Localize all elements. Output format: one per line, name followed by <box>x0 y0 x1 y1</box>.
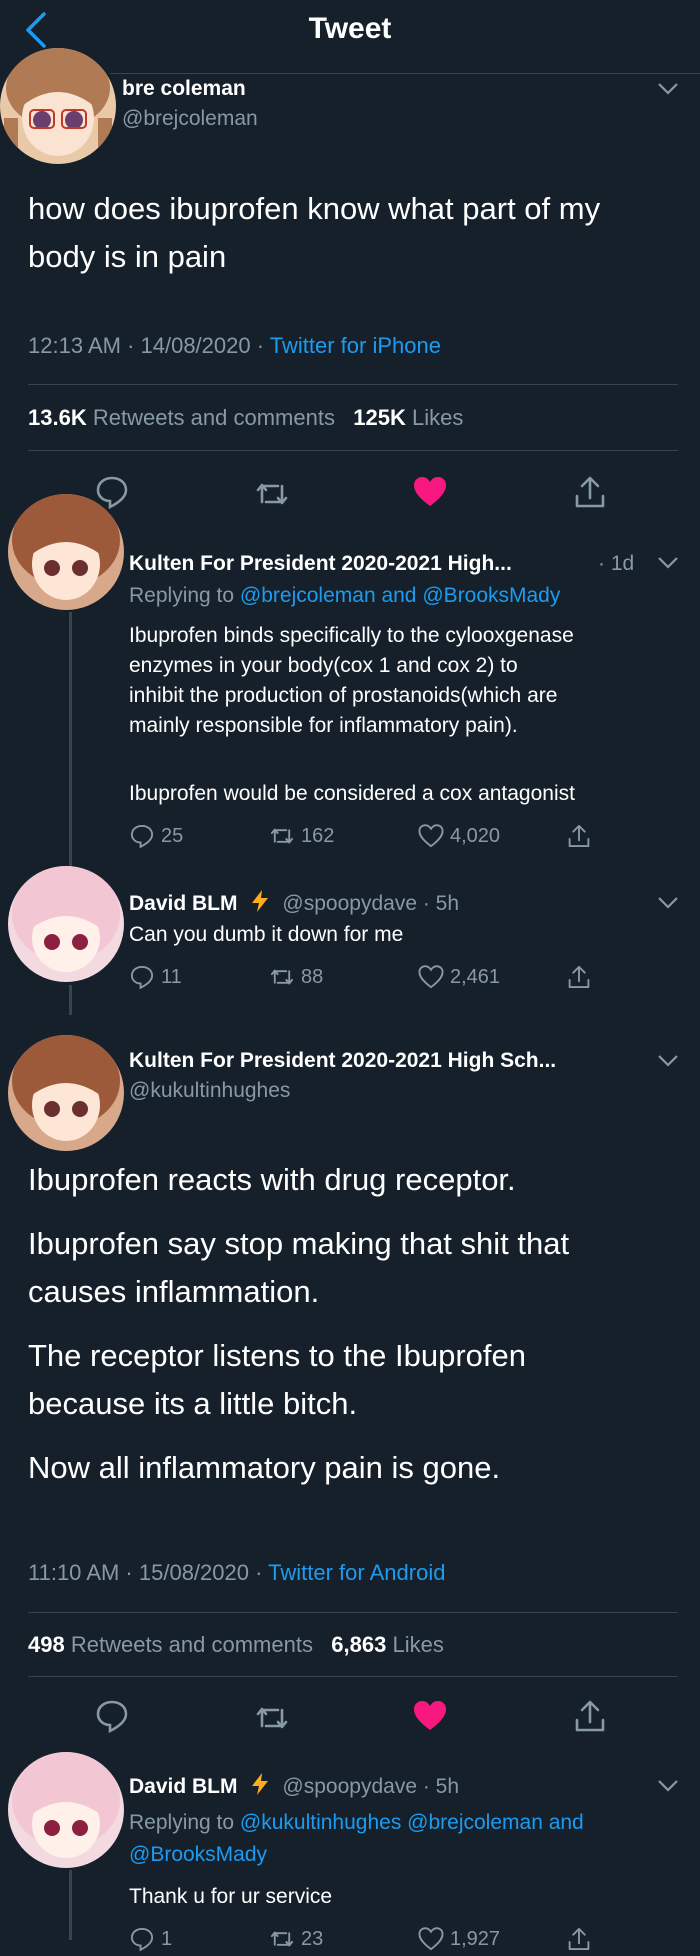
retweet-count[interactable]: 498 <box>28 1632 65 1657</box>
reply-handle[interactable]: @spoopydave · 5h <box>282 1775 459 1798</box>
tweet-source-link[interactable]: Twitter for iPhone <box>270 333 441 358</box>
like-icon[interactable] <box>412 474 448 510</box>
page-title: Tweet <box>308 12 392 45</box>
avatar[interactable] <box>8 1752 124 1868</box>
like-count[interactable]: 6,863 <box>331 1632 386 1657</box>
reply-icon[interactable] <box>94 1698 130 1734</box>
like-icon[interactable] <box>412 1698 448 1734</box>
share-icon[interactable] <box>566 964 592 990</box>
tweet-source-link[interactable]: Twitter for Android <box>268 1560 445 1585</box>
chevron-down-icon[interactable] <box>657 1779 679 1793</box>
reply-text: Can you dumb it down for me <box>129 923 404 946</box>
chevron-down-icon[interactable] <box>657 82 679 96</box>
like-action[interactable]: 1,927 <box>418 1926 500 1952</box>
like-icon[interactable] <box>418 1926 444 1952</box>
retweet-icon[interactable] <box>269 964 295 990</box>
reply-text: Thank u for ur service <box>129 1885 333 1908</box>
mention-link[interactable]: @kukultinhughes @brejcoleman and <box>240 1811 584 1834</box>
thread-line <box>69 985 72 1015</box>
share-icon[interactable] <box>566 823 592 849</box>
retweet-icon[interactable] <box>254 1700 290 1736</box>
mention-link[interactable]: @BrooksMady <box>129 1839 584 1871</box>
chevron-down-icon[interactable] <box>657 556 679 570</box>
timestamp: 12:13 AM · 14/08/2020 · <box>28 333 270 358</box>
reply-action[interactable]: 25 <box>129 823 183 849</box>
reply-author-name[interactable]: Kulten For President 2020-2021 High... <box>129 552 512 576</box>
lightning-icon <box>251 1773 268 1795</box>
reply-handle[interactable]: @spoopydave · 5h <box>282 892 459 915</box>
reply-author-name[interactable]: David BLM <box>129 1775 238 1798</box>
tweet-stats: 498 Retweets and comments 6,863 Likes <box>28 1632 444 1658</box>
reply-action[interactable]: 1 <box>129 1926 172 1952</box>
thread-line <box>69 1870 72 1940</box>
author-name[interactable]: bre coleman <box>122 77 246 101</box>
chevron-down-icon[interactable] <box>657 896 679 910</box>
author-name[interactable]: Kulten For President 2020-2021 High Sch.… <box>129 1049 556 1073</box>
author-handle[interactable]: @kukultinhughes <box>129 1079 290 1103</box>
divider <box>28 1676 678 1677</box>
thread-line <box>69 612 72 874</box>
reply-icon[interactable] <box>129 1926 155 1952</box>
retweet-icon[interactable] <box>269 823 295 849</box>
reply-icon[interactable] <box>129 964 155 990</box>
share-icon[interactable] <box>572 1698 608 1734</box>
reply-author-name[interactable]: David BLM <box>129 892 238 915</box>
reply-action[interactable]: 11 <box>129 964 182 990</box>
like-action[interactable]: 4,020 <box>418 823 500 849</box>
retweet-label[interactable]: Retweets and comments <box>71 1632 313 1657</box>
share-icon[interactable] <box>566 1926 592 1952</box>
tweet-text: how does ibuprofen know what part of my … <box>28 191 601 274</box>
tweet-meta: 12:13 AM · 14/08/2020 · Twitter for iPho… <box>28 333 441 359</box>
lightning-icon <box>251 890 268 912</box>
like-count[interactable]: 125K <box>353 405 406 430</box>
avatar[interactable] <box>8 494 124 610</box>
retweet-icon[interactable] <box>269 1926 295 1952</box>
tweet-stats: 13.6K Retweets and comments 125K Likes <box>28 405 463 431</box>
header-divider <box>110 73 700 74</box>
reply-age: · 1d <box>598 552 635 575</box>
divider <box>28 384 678 385</box>
reply-author-row: David BLM @spoopydave · 5h <box>129 1772 459 1799</box>
avatar[interactable] <box>8 866 124 982</box>
reply-author-row: David BLM @spoopydave · 5h <box>129 889 459 916</box>
retweet-action[interactable]: 23 <box>269 1926 323 1952</box>
retweet-icon[interactable] <box>254 476 290 512</box>
reply-text: Ibuprofen would be considered a cox anta… <box>129 782 575 805</box>
retweet-action[interactable]: 162 <box>269 823 334 849</box>
replying-to: Replying to @brejcoleman and @BrooksMady <box>129 584 561 607</box>
avatar[interactable] <box>8 1035 124 1151</box>
like-label[interactable]: Likes <box>392 1632 443 1657</box>
retweet-action[interactable]: 88 <box>269 964 323 990</box>
divider <box>28 1612 678 1613</box>
retweet-label[interactable]: Retweets and comments <box>93 405 335 430</box>
like-label[interactable]: Likes <box>412 405 463 430</box>
mention-link[interactable]: @brejcoleman and @BrooksMady <box>240 584 560 607</box>
like-icon[interactable] <box>418 823 444 849</box>
tweet-text: Ibuprofen reacts with drug receptor. Ibu… <box>28 1162 570 1485</box>
replying-to: Replying to @kukultinhughes @brejcoleman… <box>129 1807 584 1871</box>
avatar[interactable] <box>0 48 116 164</box>
reply-text: Ibuprofen binds specifically to the cylo… <box>129 624 574 737</box>
share-icon[interactable] <box>572 474 608 510</box>
like-icon[interactable] <box>418 964 444 990</box>
chevron-down-icon[interactable] <box>657 1054 679 1068</box>
timestamp: 11:10 AM · 15/08/2020 · <box>28 1560 269 1585</box>
like-action[interactable]: 2,461 <box>418 964 500 990</box>
divider <box>28 450 678 451</box>
reply-icon[interactable] <box>129 823 155 849</box>
author-handle[interactable]: @brejcoleman <box>122 107 258 131</box>
tweet-meta: 11:10 AM · 15/08/2020 · Twitter for Andr… <box>28 1560 445 1586</box>
retweet-count[interactable]: 13.6K <box>28 405 87 430</box>
